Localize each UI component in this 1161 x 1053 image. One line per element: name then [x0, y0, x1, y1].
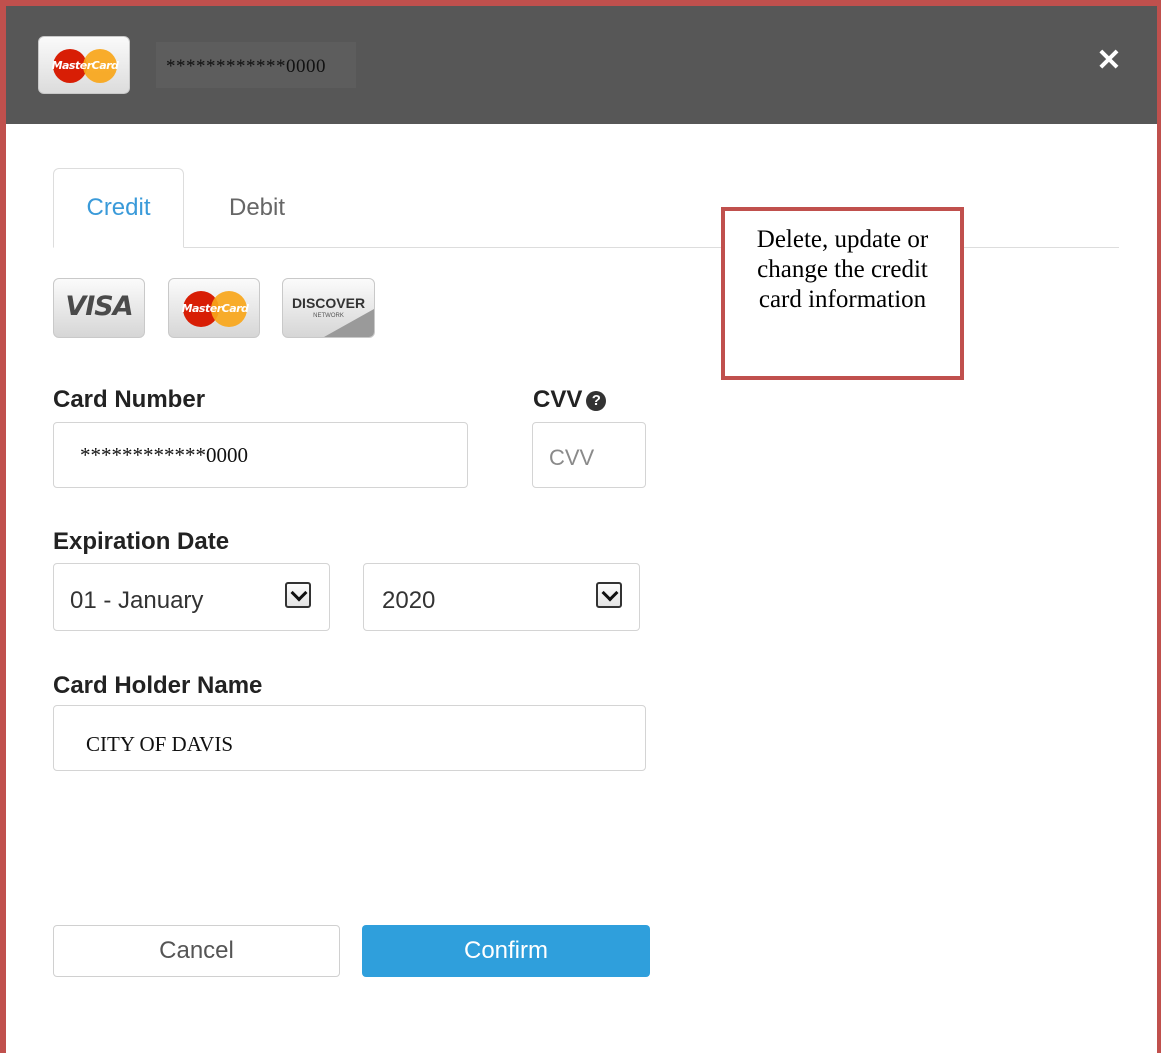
- dialog-frame: [0, 0, 1161, 1053]
- close-icon[interactable]: ✕: [1095, 46, 1123, 76]
- confirm-button[interactable]: Confirm: [362, 925, 650, 977]
- visa-text: VISA: [65, 291, 133, 322]
- exp-year-value: 2020: [382, 587, 436, 614]
- chevron-down-icon[interactable]: [596, 582, 622, 608]
- tab-credit[interactable]: Credit: [53, 168, 184, 248]
- mastercard-icon: MasterCard: [181, 291, 249, 327]
- discover-subtext: NETWORK: [313, 313, 344, 319]
- card-holder-name-value: CITY OF DAVIS: [86, 732, 234, 756]
- exp-year-select[interactable]: 2020: [363, 563, 640, 631]
- exp-month-value: 01 - January: [70, 587, 204, 614]
- card-number-value: ************0000: [80, 443, 248, 467]
- visa-logo: VISA: [53, 278, 145, 338]
- mastercard-chip-logo: MasterCard: [38, 36, 130, 94]
- discover-logo: DISCOVER NETWORK: [282, 278, 375, 338]
- card-holder-name-input[interactable]: CITY OF DAVIS: [53, 705, 646, 771]
- annotation-callout: Delete, update or change the credit card…: [721, 207, 964, 380]
- discover-text: DISCOVER: [291, 295, 366, 311]
- help-icon[interactable]: ?: [586, 391, 607, 411]
- mastercard-icon: MasterCard: [49, 49, 121, 83]
- exp-month-select[interactable]: 01 - January: [53, 563, 330, 631]
- card-number-input[interactable]: ************0000: [53, 422, 468, 488]
- cvv-input[interactable]: CVV: [532, 422, 646, 488]
- cancel-button[interactable]: Cancel: [53, 925, 340, 977]
- card-holder-name-label: Card Holder Name: [53, 672, 263, 699]
- expiration-date-label: Expiration Date: [53, 528, 230, 555]
- chevron-down-icon[interactable]: [285, 582, 311, 608]
- header-masked-card-number: ************0000: [166, 56, 326, 77]
- mastercard-logo: MasterCard: [168, 278, 260, 338]
- cvv-label: CVV: [533, 386, 583, 413]
- dialog-header: MasterCard ************0000 ✕: [6, 6, 1157, 124]
- card-number-label: Card Number: [53, 386, 206, 413]
- cvv-label-group: CVV?: [533, 386, 607, 414]
- cvv-placeholder: CVV: [549, 445, 595, 470]
- tab-debit[interactable]: Debit: [190, 168, 324, 248]
